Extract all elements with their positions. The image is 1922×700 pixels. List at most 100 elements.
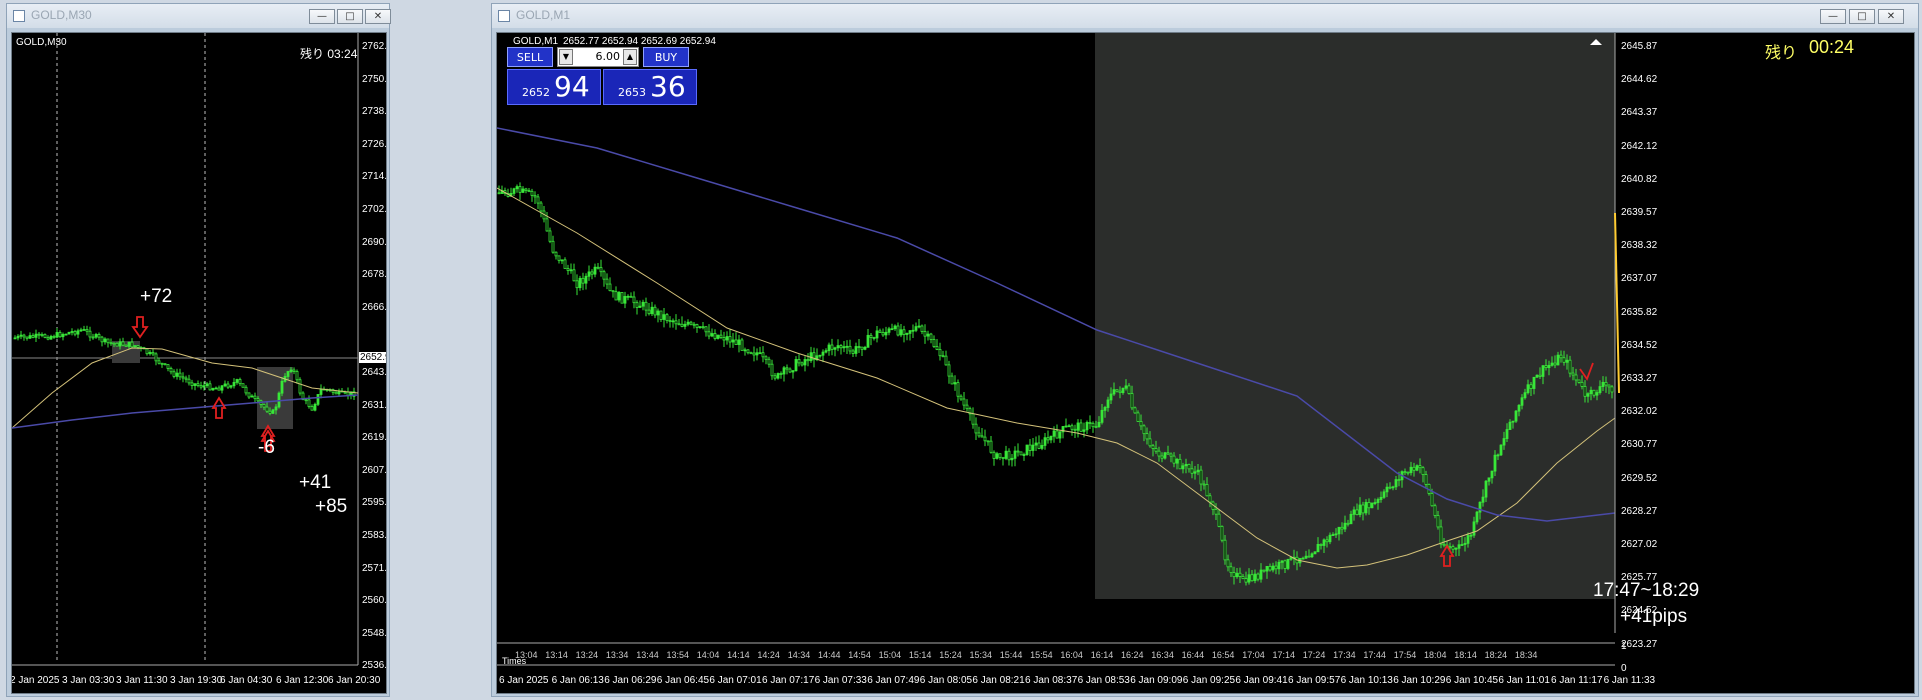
close-icon[interactable]: ✕: [1878, 9, 1904, 24]
candle: [79, 327, 83, 333]
price-tick: 2639.57: [1621, 207, 1658, 218]
left-chart-area[interactable]: GOLD,M30 残り 03:24 +72 -6 +41 +85 2762.04…: [11, 32, 387, 694]
left-chart-window[interactable]: GOLD,M30 — □ ✕ GOLD,M30 残り 03:24 +72 -6 …: [6, 3, 391, 697]
candle: [980, 427, 984, 438]
price-tick: 2642.12: [1621, 140, 1658, 152]
candle: [22, 333, 26, 341]
close-icon[interactable]: ✕: [365, 9, 391, 24]
maximize-icon[interactable]: □: [1849, 9, 1875, 24]
indicator-time-tick: 16:24: [1121, 650, 1144, 660]
candle: [800, 361, 804, 367]
candle: [827, 342, 831, 356]
candle: [58, 330, 62, 338]
candle: [950, 372, 954, 385]
ask-price-box[interactable]: 2653 36: [603, 69, 697, 105]
price-tick: 2630.77: [1621, 439, 1658, 451]
candle: [548, 227, 552, 244]
indicator-time-tick: 17:54: [1393, 650, 1417, 660]
chevron-up-icon[interactable]: ▲: [623, 49, 637, 65]
indicator-time-tick: 13:24: [575, 650, 599, 660]
chevron-down-icon[interactable]: ▼: [559, 49, 573, 65]
candle: [1022, 452, 1026, 461]
candle: [1286, 558, 1290, 571]
candle: [698, 326, 702, 329]
candle: [824, 348, 828, 354]
right-window-titlebar[interactable]: GOLD,M1 — □ ✕: [492, 4, 1918, 28]
lot-size-input[interactable]: ▼ 6.00 ▲: [557, 47, 639, 67]
candle: [28, 332, 32, 340]
minimize-icon[interactable]: —: [1820, 9, 1846, 24]
candle: [866, 329, 870, 348]
candle: [223, 380, 227, 388]
candle: [893, 324, 897, 331]
time-tick: 3 Jan 11:30: [116, 675, 168, 686]
candle: [887, 326, 891, 336]
candle: [151, 348, 155, 357]
candle: [214, 386, 218, 390]
left-window-titlebar[interactable]: GOLD,M30 — □ ✕: [7, 4, 391, 28]
candle: [737, 334, 741, 353]
time-tick: 6 Jan 07:33: [814, 675, 867, 686]
candle: [854, 342, 858, 357]
candle: [1067, 424, 1071, 428]
price-tick: 2643.37: [1621, 107, 1658, 119]
down-arrow-icon: [131, 316, 149, 339]
buy-button[interactable]: BUY: [643, 47, 689, 67]
candle: [806, 353, 810, 367]
candle: [1088, 415, 1092, 430]
candle: [220, 384, 224, 394]
candle: [190, 379, 194, 390]
candle: [716, 334, 720, 340]
price-tick: 2643.39: [362, 367, 387, 378]
candle: [1055, 424, 1059, 439]
candle: [554, 251, 558, 260]
candle: [626, 294, 630, 301]
candle: [758, 346, 762, 355]
candle: [64, 333, 68, 336]
candle: [247, 392, 251, 399]
candle: [701, 321, 705, 330]
sell-button[interactable]: SELL: [507, 47, 553, 67]
price-tick: 2738.24: [362, 106, 387, 118]
maximize-icon[interactable]: □: [337, 9, 363, 24]
right-chart-window[interactable]: GOLD,M1 — □ ✕ GOLD,M1 2652.77 2652.94 26…: [491, 3, 1919, 697]
candle: [953, 375, 957, 391]
bid-price-box[interactable]: 2652 94: [507, 69, 601, 105]
one-click-trade-panel: SELL ▼ 6.00 ▲ BUY 2652 94 2653 36: [507, 47, 699, 107]
right-chart-symbol: GOLD,M1: [513, 36, 559, 47]
candle: [581, 272, 585, 291]
candle: [94, 332, 98, 339]
candle: [175, 368, 179, 380]
candle: [1313, 551, 1317, 555]
candle: [103, 337, 107, 345]
candle: [617, 290, 621, 303]
candle: [767, 356, 771, 368]
candle: [1019, 451, 1023, 456]
time-tick: 6 Jan 10:13: [1340, 675, 1393, 686]
candle: [905, 332, 909, 341]
candle: [530, 188, 534, 202]
candle: [890, 323, 894, 331]
price-tick: 2619.59: [362, 432, 387, 444]
minimize-icon[interactable]: —: [309, 9, 335, 24]
left-chart-canvas: [12, 33, 359, 666]
candle: [923, 324, 927, 344]
candle: [821, 349, 825, 363]
candle: [307, 395, 311, 409]
candle: [596, 263, 600, 270]
candle: [40, 332, 44, 338]
right-chart-area[interactable]: GOLD,M1 2652.77 2652.94 2652.69 2652.94 …: [496, 32, 1915, 694]
candle: [665, 312, 669, 324]
price-tick: 2633.27: [1621, 373, 1658, 384]
right-countdown-time: 00:24: [1809, 37, 1855, 57]
candle: [947, 360, 951, 384]
candle: [704, 326, 708, 337]
price-tick: 2702.54: [362, 204, 387, 215]
candle: [515, 184, 519, 193]
price-tick: 2632.02: [1621, 406, 1658, 418]
candle: [232, 378, 236, 389]
candle: [1034, 436, 1038, 452]
time-tick: 6 Jan 2025: [499, 675, 549, 686]
candle: [710, 328, 714, 338]
candle: [148, 350, 152, 356]
